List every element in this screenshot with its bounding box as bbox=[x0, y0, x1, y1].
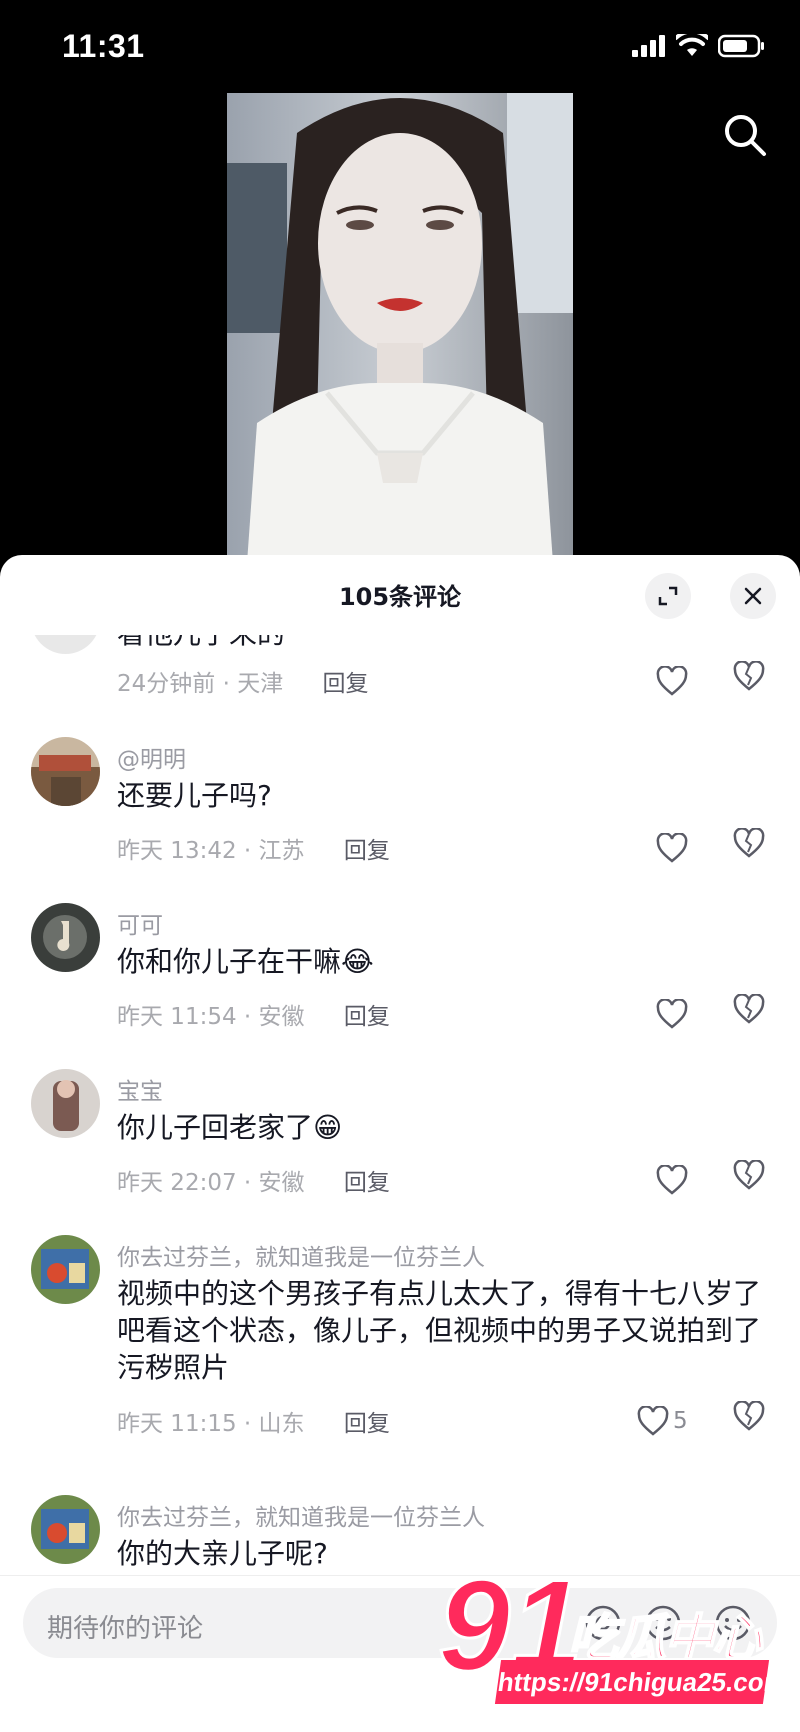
expand-button[interactable] bbox=[645, 573, 691, 619]
reply-button[interactable]: 回复 bbox=[344, 1004, 390, 1030]
like-button[interactable] bbox=[656, 1160, 696, 1200]
heart-icon bbox=[637, 1406, 669, 1436]
comment-meta: 昨天 11:15 · 山东 回复 bbox=[117, 1404, 390, 1438]
comment-time-location: 昨天 22:07 · 安徽 bbox=[117, 1170, 305, 1196]
comment-username[interactable]: 可可 bbox=[117, 906, 163, 940]
comment-username[interactable]: @明明 bbox=[117, 740, 186, 774]
dislike-button[interactable] bbox=[733, 827, 773, 868]
like-button[interactable]: 5 bbox=[637, 1401, 697, 1441]
comment-time-location: 昨天 11:54 · 安徽 bbox=[117, 1004, 305, 1030]
avatar[interactable] bbox=[31, 1495, 100, 1564]
comment-username[interactable]: 你去过芬兰，就知道我是一位芬兰人 bbox=[117, 1498, 485, 1532]
battery-icon bbox=[718, 34, 764, 58]
comment-time-location: 24分钟前 · 天津 bbox=[117, 671, 284, 697]
status-time: 11:31 bbox=[62, 28, 145, 64]
comment-meta: 昨天 13:42 · 江苏 回复 bbox=[117, 831, 390, 865]
broken-heart-icon bbox=[733, 1400, 765, 1431]
search-button[interactable] bbox=[722, 112, 768, 158]
close-icon bbox=[744, 587, 762, 605]
comment-text: 你儿子回老家了😁 bbox=[117, 1111, 343, 1144]
broken-heart-icon bbox=[733, 660, 765, 691]
watermark-url: https://91chigua25.com bbox=[494, 1660, 789, 1704]
comment-list[interactable]: 看他儿子来的 24分钟前 · 天津 回复 @明明 还要儿子吗? 昨天 13:42… bbox=[0, 635, 800, 1635]
like-button[interactable] bbox=[656, 994, 696, 1034]
comments-sheet: 105条评论 看他儿子来的 24分钟前 · 天津 回复 bbox=[0, 555, 800, 1732]
expand-icon bbox=[658, 586, 678, 606]
heart-icon bbox=[656, 1165, 688, 1195]
search-icon bbox=[725, 115, 766, 156]
comments-header: 105条评论 bbox=[0, 555, 800, 635]
dislike-button[interactable] bbox=[733, 993, 773, 1034]
reply-button[interactable]: 回复 bbox=[344, 1411, 390, 1437]
comment-text: 看他儿子来的 bbox=[117, 635, 777, 652]
broken-heart-icon bbox=[733, 993, 765, 1024]
dislike-button[interactable] bbox=[733, 660, 773, 701]
heart-icon bbox=[656, 999, 688, 1029]
avatar[interactable] bbox=[31, 737, 100, 806]
comment-text: 还要儿子吗? bbox=[117, 779, 272, 812]
heart-icon bbox=[656, 833, 688, 863]
dislike-button[interactable] bbox=[733, 1159, 773, 1200]
avatar[interactable] bbox=[31, 1069, 100, 1138]
status-icons bbox=[632, 34, 766, 58]
dislike-button[interactable] bbox=[733, 1400, 773, 1441]
reply-button[interactable]: 回复 bbox=[344, 1170, 390, 1196]
broken-heart-icon bbox=[733, 827, 765, 858]
comment-input-placeholder: 期待你的评论 bbox=[47, 1614, 204, 1644]
avatar[interactable] bbox=[31, 903, 100, 972]
comment-text: 你和你儿子在干嘛😂 bbox=[117, 945, 374, 978]
avatar[interactable] bbox=[31, 635, 100, 654]
signal-icon bbox=[632, 35, 665, 57]
video-frame-image bbox=[227, 93, 573, 563]
comment-text: 视频中的这个男孩子有点儿太大了，得有十七八岁了吧看这个状态，像儿子，但视频中的男… bbox=[117, 1277, 762, 1384]
like-button[interactable] bbox=[656, 828, 696, 868]
reply-button[interactable]: 回复 bbox=[323, 671, 369, 697]
comment-meta: 24分钟前 · 天津 回复 bbox=[117, 664, 369, 698]
video-player[interactable] bbox=[227, 93, 573, 563]
comment-username[interactable]: 你去过芬兰，就知道我是一位芬兰人 bbox=[117, 1238, 485, 1272]
like-button[interactable] bbox=[656, 661, 696, 701]
wifi-icon bbox=[676, 34, 708, 56]
close-button[interactable] bbox=[730, 573, 776, 619]
comment-time-location: 昨天 11:15 · 山东 bbox=[117, 1411, 305, 1437]
broken-heart-icon bbox=[733, 1159, 765, 1190]
comment-meta: 昨天 11:54 · 安徽 回复 bbox=[117, 997, 390, 1031]
watermark-logo: 91 吃瓜中心 https://91chigua25.com bbox=[437, 1559, 789, 1730]
comment-username[interactable]: 宝宝 bbox=[117, 1072, 163, 1106]
comment-meta: 昨天 22:07 · 安徽 回复 bbox=[117, 1163, 390, 1197]
heart-icon bbox=[656, 666, 688, 696]
comment-time-location: 昨天 13:42 · 江苏 bbox=[117, 838, 305, 864]
avatar[interactable] bbox=[31, 1235, 100, 1304]
reply-button[interactable]: 回复 bbox=[344, 838, 390, 864]
status-bar: 11:31 bbox=[0, 0, 800, 95]
like-count: 5 bbox=[673, 1408, 688, 1434]
